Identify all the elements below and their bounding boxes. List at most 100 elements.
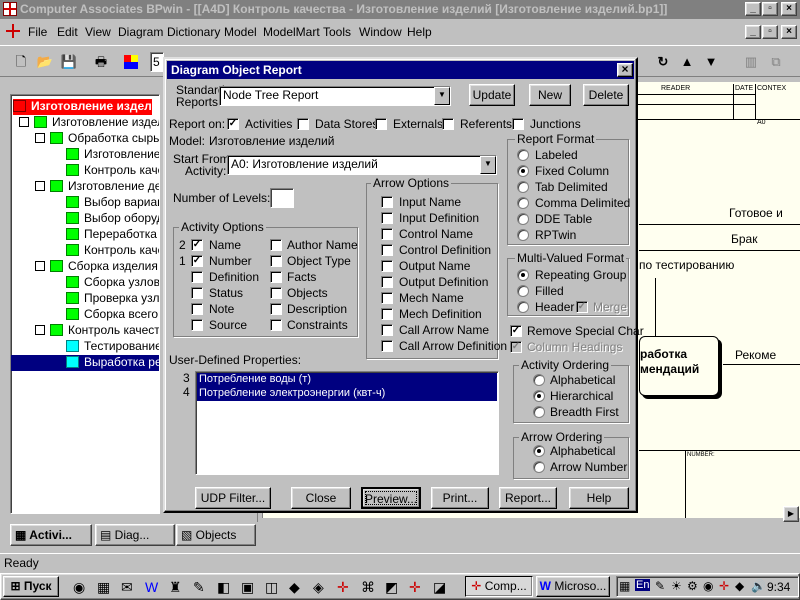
arrow-number-radio[interactable] — [533, 461, 545, 473]
mech-name-checkbox[interactable] — [381, 292, 393, 304]
tree-item[interactable]: Сборка изделия — [35, 259, 158, 275]
repeating-group-radio[interactable] — [517, 269, 529, 281]
report-button[interactable]: Report... — [499, 487, 557, 509]
refresh-icon[interactable]: ↻ — [652, 51, 674, 73]
labeled-radio[interactable] — [517, 149, 529, 161]
delete-button[interactable]: Delete — [583, 84, 629, 106]
quicklaunch-icon[interactable]: ✛ — [409, 579, 421, 596]
levels-input[interactable] — [270, 188, 294, 208]
print-icon[interactable]: 🖶 — [90, 51, 112, 73]
language-indicator[interactable]: En — [635, 579, 651, 591]
quicklaunch-icon[interactable]: ◈ — [313, 579, 324, 596]
collapse-icon[interactable] — [19, 117, 29, 127]
update-button[interactable]: Update — [469, 84, 515, 106]
print-button[interactable]: Print... — [431, 487, 489, 509]
tray-icon[interactable]: ◉ — [703, 579, 713, 593]
description-checkbox[interactable] — [270, 303, 282, 315]
chevron-down-icon[interactable]: ▼ — [480, 156, 496, 174]
taskbar-bpwin-button[interactable]: ✛ Comp... — [465, 576, 533, 597]
tray-icon[interactable]: ⚙ — [687, 579, 698, 593]
facts-checkbox[interactable] — [270, 271, 282, 283]
close-dialog-button[interactable]: Close — [291, 487, 351, 509]
mech-definition-checkbox[interactable] — [381, 308, 393, 320]
input-name-checkbox[interactable] — [381, 196, 393, 208]
menu-dictionary[interactable]: Dictionary — [167, 25, 220, 39]
arrow-alphabetical-radio[interactable] — [533, 445, 545, 457]
menu-window[interactable]: Window — [359, 25, 402, 39]
output-definition-checkbox[interactable] — [381, 276, 393, 288]
objects-checkbox[interactable] — [270, 287, 282, 299]
dialog-close-icon[interactable]: × — [617, 63, 633, 77]
up-arrow-icon[interactable]: ▲ — [676, 51, 698, 73]
save-icon[interactable]: 💾 — [58, 51, 80, 73]
definition-checkbox[interactable] — [191, 271, 203, 283]
quicklaunch-icon[interactable]: ✉ — [121, 579, 133, 596]
doc-restore-button[interactable]: ▫ — [762, 25, 778, 39]
menu-model[interactable]: Model — [224, 25, 257, 39]
menu-tools[interactable]: Tools — [323, 25, 351, 39]
collapse-icon[interactable] — [35, 133, 45, 143]
bpwin-icon[interactable]: ✛ — [337, 579, 349, 596]
status-checkbox[interactable] — [191, 287, 203, 299]
new-button[interactable]: New — [529, 84, 571, 106]
breadth-first-radio[interactable] — [533, 406, 545, 418]
color-icon[interactable] — [120, 51, 142, 73]
quicklaunch-icon[interactable]: ◪ — [433, 579, 446, 596]
quicklaunch-icon[interactable]: ◫ — [265, 579, 278, 596]
alphabetical-radio[interactable] — [533, 374, 545, 386]
tree-item[interactable]: Сборка всего и — [66, 307, 159, 323]
menu-edit[interactable]: Edit — [57, 25, 78, 39]
tray-icon[interactable]: ▦ — [619, 579, 630, 593]
call-arrow-name-checkbox[interactable] — [381, 324, 393, 336]
quicklaunch-icon[interactable]: ◆ — [289, 579, 300, 596]
menu-help[interactable]: Help — [407, 25, 432, 39]
new-file-icon[interactable]: 🗋 — [10, 51, 32, 73]
tray-icon[interactable]: ◆ — [735, 579, 744, 593]
tree-item[interactable]: Переработка г — [66, 227, 159, 243]
column-headings-checkbox[interactable]: ✓ — [510, 341, 522, 353]
input-definition-checkbox[interactable] — [381, 212, 393, 224]
tree-item[interactable]: Обработка сырья — [35, 131, 159, 147]
tree-item[interactable]: Контроль каче — [66, 243, 159, 259]
source-checkbox[interactable] — [191, 319, 203, 331]
open-folder-icon[interactable]: 📂 — [34, 51, 56, 73]
copy-diagram-icon[interactable]: ⧉ — [765, 51, 787, 73]
down-arrow-icon[interactable]: ▼ — [700, 51, 722, 73]
tree-item[interactable]: Контроль качест — [35, 323, 159, 339]
number-checkbox[interactable]: ✓ — [191, 255, 203, 267]
fixed-column-radio[interactable] — [517, 165, 529, 177]
control-name-checkbox[interactable] — [381, 228, 393, 240]
word-icon[interactable]: W — [145, 579, 158, 595]
quicklaunch-icon[interactable]: ♜ — [169, 579, 182, 596]
tree-item[interactable]: Изготовление издел — [19, 115, 159, 131]
close-button[interactable]: × — [781, 2, 797, 16]
data-stores-checkbox[interactable] — [297, 118, 309, 130]
quicklaunch-icon[interactable]: ◩ — [385, 579, 398, 596]
call-arrow-definition-checkbox[interactable] — [381, 340, 393, 352]
collapse-icon[interactable] — [35, 181, 45, 191]
taskbar-word-button[interactable]: W Microso... — [536, 576, 610, 597]
maximize-button[interactable]: ▫ — [762, 2, 778, 16]
menu-modelmart[interactable]: ModelMart — [263, 25, 320, 39]
referents-checkbox[interactable] — [442, 118, 454, 130]
help-button[interactable]: Help — [569, 487, 629, 509]
udp-list[interactable]: Потребление воды (т) Потребление электро… — [195, 371, 499, 475]
tree-item[interactable]: Контроль каче — [66, 163, 159, 179]
activity-tree[interactable]: Изготовление издел Изготовление издел Об… — [10, 94, 160, 514]
standard-reports-combo[interactable]: Node Tree Report ▼ — [219, 86, 451, 106]
quicklaunch-icon[interactable]: ▦ — [97, 579, 110, 596]
dde-table-radio[interactable] — [517, 213, 529, 225]
diagram-icon[interactable]: ▥ — [740, 51, 762, 73]
tray-icon[interactable]: ☀ — [671, 579, 682, 593]
tree-item[interactable]: Проверка узло — [66, 291, 159, 307]
tray-icon[interactable]: ✎ — [655, 579, 665, 593]
tree-root[interactable]: Изготовление издел — [13, 99, 152, 115]
hierarchical-radio[interactable] — [533, 390, 545, 402]
app-icon[interactable] — [3, 2, 17, 16]
udp-item[interactable]: Потребление воды (т) — [197, 373, 497, 387]
remove-special-checkbox[interactable]: ✓ — [510, 325, 522, 337]
header-radio[interactable] — [517, 301, 529, 313]
quicklaunch-icon[interactable]: ▣ — [241, 579, 254, 596]
udp-item[interactable]: Потребление электроэнергии (квт-ч) — [197, 387, 497, 401]
comma-delimited-radio[interactable] — [517, 197, 529, 209]
